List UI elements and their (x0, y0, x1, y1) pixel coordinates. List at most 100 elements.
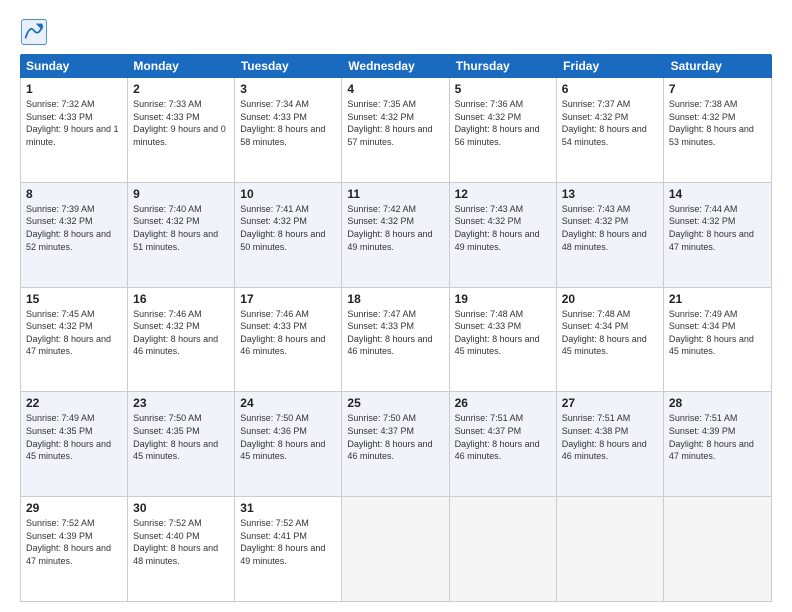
cal-cell: 25Sunrise: 7:50 AMSunset: 4:37 PMDayligh… (342, 392, 449, 496)
day-number: 15 (26, 292, 122, 306)
cal-week: 29 Sunrise: 7:52 AMSunset: 4:39 PMDayligh… (21, 497, 771, 601)
cal-cell: 2 Sunrise: 7:33 AMSunset: 4:33 PMDaylight… (128, 78, 235, 182)
cal-cell: 4 Sunrise: 7:35 AMSunset: 4:32 PMDaylight… (342, 78, 449, 182)
day-info: Sunrise: 7:48 AMSunset: 4:33 PMDaylight:… (455, 308, 551, 358)
cal-week: 15 Sunrise: 7:45 AMSunset: 4:32 PMDayligh… (21, 288, 771, 393)
day-info: Sunrise: 7:42 AMSunset: 4:32 PMDaylight:… (347, 203, 443, 253)
day-number: 14 (669, 187, 766, 201)
day-info: Sunrise: 7:32 AMSunset: 4:33 PMDaylight:… (26, 98, 122, 148)
cal-cell: 14 Sunrise: 7:44 AMSunset: 4:32 PMDayligh… (664, 183, 771, 287)
day-info: Sunrise: 7:33 AMSunset: 4:33 PMDaylight:… (133, 98, 229, 148)
page: SundayMondayTuesdayWednesdayThursdayFrid… (0, 0, 792, 612)
day-number: 10 (240, 187, 336, 201)
day-number: 30 (133, 501, 229, 515)
day-number: 21 (669, 292, 766, 306)
day-number: 19 (455, 292, 551, 306)
day-info: Sunrise: 7:43 AMSunset: 4:32 PMDaylight:… (562, 203, 658, 253)
cal-header-cell: Thursday (450, 54, 557, 78)
day-info: Sunrise: 7:48 AMSunset: 4:34 PMDaylight:… (562, 308, 658, 358)
day-number: 2 (133, 82, 229, 96)
cal-cell: 27 Sunrise: 7:51 AMSunset: 4:38 PMDayligh… (557, 392, 664, 496)
day-info: Sunrise: 7:51 AMSunset: 4:39 PMDaylight:… (669, 412, 766, 462)
day-number: 24 (240, 396, 336, 410)
day-info: Sunrise: 7:51 AMSunset: 4:37 PMDaylight:… (455, 412, 551, 462)
cal-cell: 23 Sunrise: 7:50 AMSunset: 4:35 PMDayligh… (128, 392, 235, 496)
cal-cell-empty (557, 497, 664, 601)
day-number: 9 (133, 187, 229, 201)
day-number: 5 (455, 82, 551, 96)
logo-icon (20, 18, 48, 46)
day-info: Sunrise: 7:46 AMSunset: 4:33 PMDaylight:… (240, 308, 336, 358)
cal-cell: 22 Sunrise: 7:49 AMSunset: 4:35 PMDayligh… (21, 392, 128, 496)
cal-cell-empty (664, 497, 771, 601)
header (20, 18, 772, 46)
calendar: SundayMondayTuesdayWednesdayThursdayFrid… (20, 54, 772, 602)
cal-cell: 7 Sunrise: 7:38 AMSunset: 4:32 PMDaylight… (664, 78, 771, 182)
cal-cell: 15 Sunrise: 7:45 AMSunset: 4:32 PMDayligh… (21, 288, 128, 392)
day-number: 3 (240, 82, 336, 96)
day-number: 8 (26, 187, 122, 201)
day-number: 29 (26, 501, 122, 515)
cal-cell: 24 Sunrise: 7:50 AMSunset: 4:36 PMDayligh… (235, 392, 342, 496)
cal-cell-empty (450, 497, 557, 601)
day-info: Sunrise: 7:50 AMSunset: 4:35 PMDaylight:… (133, 412, 229, 462)
cal-cell: 10 Sunrise: 7:41 AMSunset: 4:32 PMDayligh… (235, 183, 342, 287)
day-number: 7 (669, 82, 766, 96)
cal-cell: 29 Sunrise: 7:52 AMSunset: 4:39 PMDayligh… (21, 497, 128, 601)
day-info: Sunrise: 7:41 AMSunset: 4:32 PMDaylight:… (240, 203, 336, 253)
day-info: Sunrise: 7:43 AMSunset: 4:32 PMDaylight:… (455, 203, 551, 253)
cal-week: 8 Sunrise: 7:39 AMSunset: 4:32 PMDaylight… (21, 183, 771, 288)
day-number: 6 (562, 82, 658, 96)
cal-cell: 12 Sunrise: 7:43 AMSunset: 4:32 PMDayligh… (450, 183, 557, 287)
day-number: 23 (133, 396, 229, 410)
day-info: Sunrise: 7:38 AMSunset: 4:32 PMDaylight:… (669, 98, 766, 148)
day-number: 22 (26, 396, 122, 410)
day-info: Sunrise: 7:52 AMSunset: 4:41 PMDaylight:… (240, 517, 336, 567)
day-number: 13 (562, 187, 658, 201)
day-info: Sunrise: 7:35 AMSunset: 4:32 PMDaylight:… (347, 98, 443, 148)
day-number: 27 (562, 396, 658, 410)
day-info: Sunrise: 7:49 AMSunset: 4:34 PMDaylight:… (669, 308, 766, 358)
day-info: Sunrise: 7:45 AMSunset: 4:32 PMDaylight:… (26, 308, 122, 358)
day-number: 26 (455, 396, 551, 410)
cal-cell: 16Sunrise: 7:46 AMSunset: 4:32 PMDayligh… (128, 288, 235, 392)
cal-header-cell: Friday (557, 54, 664, 78)
cal-header-cell: Tuesday (235, 54, 342, 78)
day-info: Sunrise: 7:50 AMSunset: 4:36 PMDaylight:… (240, 412, 336, 462)
day-info: Sunrise: 7:52 AMSunset: 4:40 PMDaylight:… (133, 517, 229, 567)
cal-week: 1 Sunrise: 7:32 AMSunset: 4:33 PMDaylight… (21, 78, 771, 183)
day-info: Sunrise: 7:46 AMSunset: 4:32 PMDaylight:… (133, 308, 229, 358)
cal-cell: 31Sunrise: 7:52 AMSunset: 4:41 PMDayligh… (235, 497, 342, 601)
day-number: 20 (562, 292, 658, 306)
day-info: Sunrise: 7:47 AMSunset: 4:33 PMDaylight:… (347, 308, 443, 358)
cal-cell: 30 Sunrise: 7:52 AMSunset: 4:40 PMDayligh… (128, 497, 235, 601)
cal-cell-empty (342, 497, 449, 601)
cal-cell: 20 Sunrise: 7:48 AMSunset: 4:34 PMDayligh… (557, 288, 664, 392)
calendar-body: 1 Sunrise: 7:32 AMSunset: 4:33 PMDaylight… (20, 78, 772, 602)
cal-cell: 6Sunrise: 7:37 AMSunset: 4:32 PMDaylight… (557, 78, 664, 182)
day-number: 28 (669, 396, 766, 410)
day-number: 11 (347, 187, 443, 201)
cal-header-cell: Monday (127, 54, 234, 78)
cal-cell: 1 Sunrise: 7:32 AMSunset: 4:33 PMDaylight… (21, 78, 128, 182)
cal-cell: 21 Sunrise: 7:49 AMSunset: 4:34 PMDayligh… (664, 288, 771, 392)
cal-cell: 18Sunrise: 7:47 AMSunset: 4:33 PMDayligh… (342, 288, 449, 392)
day-number: 4 (347, 82, 443, 96)
day-number: 12 (455, 187, 551, 201)
cal-header-cell: Wednesday (342, 54, 449, 78)
calendar-header: SundayMondayTuesdayWednesdayThursdayFrid… (20, 54, 772, 78)
day-info: Sunrise: 7:49 AMSunset: 4:35 PMDaylight:… (26, 412, 122, 462)
cal-week: 22 Sunrise: 7:49 AMSunset: 4:35 PMDayligh… (21, 392, 771, 497)
day-info: Sunrise: 7:51 AMSunset: 4:38 PMDaylight:… (562, 412, 658, 462)
day-info: Sunrise: 7:44 AMSunset: 4:32 PMDaylight:… (669, 203, 766, 253)
cal-cell: 5Sunrise: 7:36 AMSunset: 4:32 PMDaylight… (450, 78, 557, 182)
day-number: 17 (240, 292, 336, 306)
cal-cell: 28 Sunrise: 7:51 AMSunset: 4:39 PMDayligh… (664, 392, 771, 496)
day-number: 1 (26, 82, 122, 96)
day-info: Sunrise: 7:52 AMSunset: 4:39 PMDaylight:… (26, 517, 122, 567)
cal-cell: 8 Sunrise: 7:39 AMSunset: 4:32 PMDaylight… (21, 183, 128, 287)
logo (20, 18, 52, 46)
cal-header-cell: Sunday (20, 54, 127, 78)
day-info: Sunrise: 7:39 AMSunset: 4:32 PMDaylight:… (26, 203, 122, 253)
cal-cell: 17 Sunrise: 7:46 AMSunset: 4:33 PMDayligh… (235, 288, 342, 392)
